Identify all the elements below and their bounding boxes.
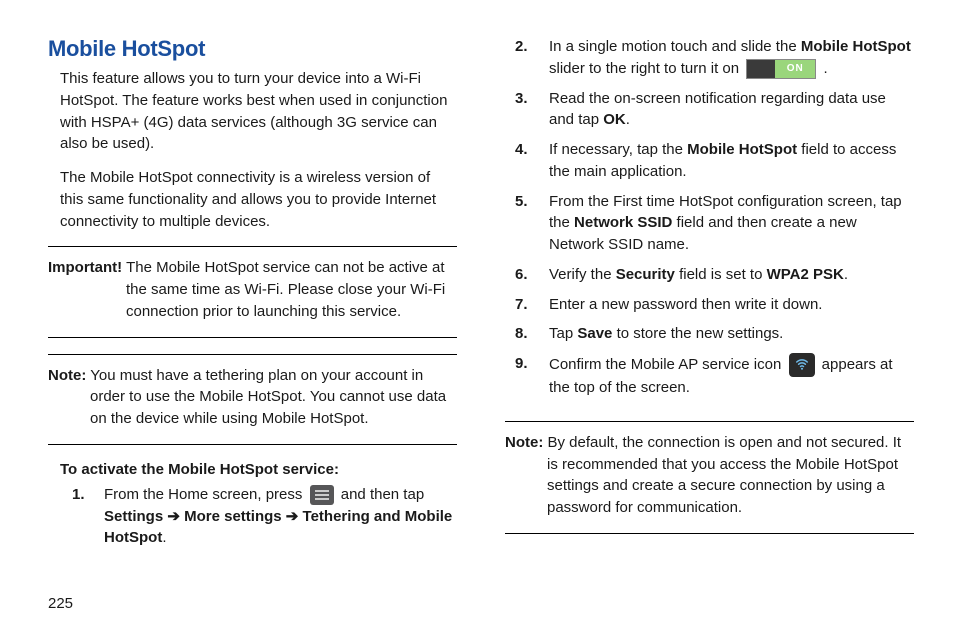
- important-box: Important! The Mobile HotSpot service ca…: [48, 246, 457, 337]
- step-8-text-a: Tap: [549, 325, 577, 342]
- note-1-body: You must have a tethering plan on your a…: [86, 367, 446, 428]
- step-1-text-a: From the Home screen, press: [104, 486, 307, 503]
- toggle-label: ON: [775, 60, 815, 78]
- step-2-text-a: In a single motion touch and slide the: [549, 38, 801, 55]
- step-4: If necessary, tap the Mobile HotSpot fie…: [505, 139, 914, 191]
- step-8-save: Save: [577, 325, 612, 342]
- note-box-1: Note: You must have a tethering plan on …: [48, 354, 457, 445]
- step-7-text: Enter a new password then write it down.: [549, 296, 822, 313]
- mobile-ap-icon: [789, 353, 815, 377]
- important-lead: Important!: [48, 259, 122, 276]
- toggle-on-icon: ON: [746, 59, 816, 79]
- step-6-text-b: field is set to: [675, 266, 767, 283]
- step-8-text-b: to store the new settings.: [612, 325, 783, 342]
- step-1-text-b: and then tap: [341, 486, 424, 503]
- section-heading: Mobile HotSpot: [48, 36, 457, 62]
- step-3: Read the on-screen notification regardin…: [505, 88, 914, 140]
- note-2-text: Note: By default, the connection is open…: [505, 432, 914, 519]
- step-5-ssid: Network SSID: [574, 214, 672, 231]
- note-1-text: Note: You must have a tethering plan on …: [48, 365, 457, 430]
- note-2-body: By default, the connection is open and n…: [543, 434, 901, 516]
- step-4-text-a: If necessary, tap the: [549, 141, 687, 158]
- intro-paragraph-1: This feature allows you to turn your dev…: [48, 68, 457, 155]
- step-6-text-a: Verify the: [549, 266, 616, 283]
- step-9-text-a: Confirm the Mobile AP service icon: [549, 356, 786, 373]
- left-column: Mobile HotSpot This feature allows you t…: [48, 36, 457, 557]
- step-9: Confirm the Mobile AP service icon appea…: [505, 353, 914, 407]
- step-6-wpa: WPA2 PSK: [767, 266, 844, 283]
- arrow-icon: ➔: [163, 508, 180, 525]
- note-2-lead: Note:: [505, 434, 543, 451]
- note-1-lead: Note:: [48, 367, 86, 384]
- important-text: Important! The Mobile HotSpot service ca…: [48, 257, 457, 322]
- step-1: From the Home screen, press and then tap…: [48, 484, 457, 557]
- menu-icon: [310, 485, 334, 505]
- steps-list-right: In a single motion touch and slide the M…: [505, 36, 914, 407]
- step-3-ok: OK: [603, 111, 626, 128]
- intro-paragraph-2: The Mobile HotSpot connectivity is a wir…: [48, 167, 457, 232]
- step-1-more: More settings: [180, 508, 282, 525]
- step-6: Verify the Security field is set to WPA2…: [505, 264, 914, 294]
- important-body: The Mobile HotSpot service can not be ac…: [122, 259, 445, 320]
- step-1-settings: Settings: [104, 508, 163, 525]
- step-8: Tap Save to store the new settings.: [505, 323, 914, 353]
- note-box-2: Note: By default, the connection is open…: [505, 421, 914, 534]
- step-7: Enter a new password then write it down.: [505, 294, 914, 324]
- step-2-text-b: slider to the right to turn it on: [549, 60, 743, 77]
- arrow-icon: ➔: [282, 508, 299, 525]
- step-6-security: Security: [616, 266, 675, 283]
- step-5: From the First time HotSpot configuratio…: [505, 191, 914, 264]
- activate-subhead: To activate the Mobile HotSpot service:: [60, 461, 457, 478]
- steps-list-left: From the Home screen, press and then tap…: [48, 484, 457, 557]
- step-4-mh: Mobile HotSpot: [687, 141, 797, 158]
- right-column: In a single motion touch and slide the M…: [505, 36, 914, 557]
- step-3-text-a: Read the on-screen notification regardin…: [549, 90, 886, 129]
- page-number: 225: [48, 595, 73, 612]
- step-2: In a single motion touch and slide the M…: [505, 36, 914, 88]
- step-2-mh: Mobile HotSpot: [801, 38, 911, 55]
